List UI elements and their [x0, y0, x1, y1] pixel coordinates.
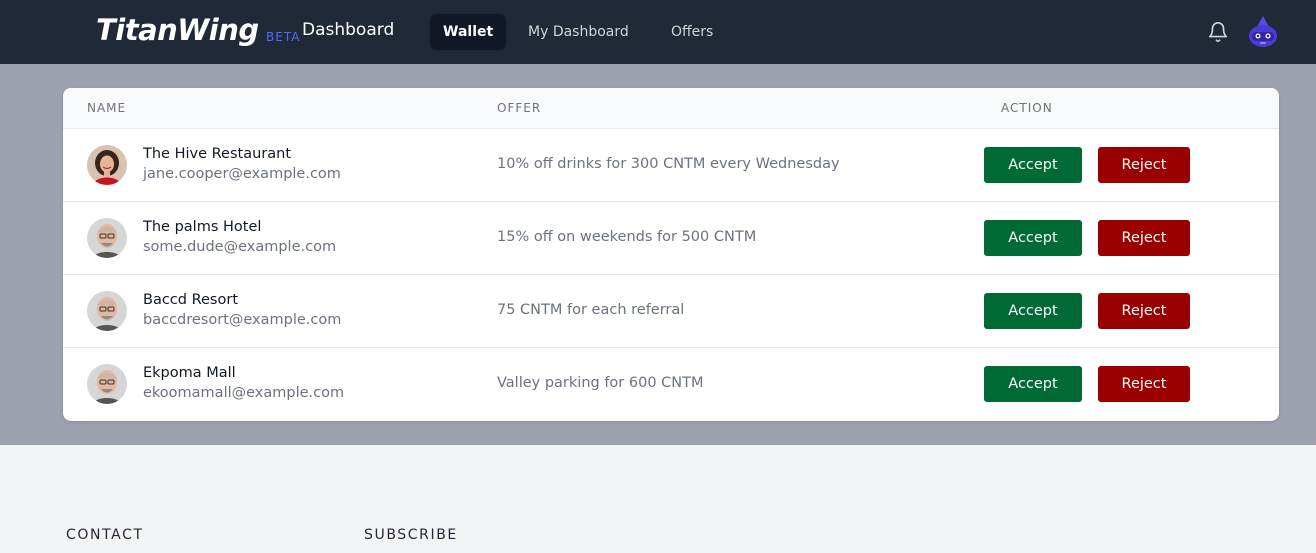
- man-avatar: [87, 364, 127, 404]
- page-title: Dashboard: [302, 20, 395, 40]
- partner-name: Baccd Resort: [143, 292, 239, 308]
- accept-button[interactable]: Accept: [984, 147, 1082, 183]
- robot-avatar-icon[interactable]: [1248, 16, 1278, 48]
- table-header: NAME OFFER ACTION: [63, 88, 1279, 129]
- offer-text: 75 CNTM for each referral: [497, 302, 685, 318]
- partner-email: ekoomamall@example.com: [143, 385, 345, 401]
- offers-table: NAME OFFER ACTION The Hive Restaurant ja…: [63, 88, 1279, 421]
- partner-name: The palms Hotel: [143, 219, 262, 235]
- reject-button[interactable]: Reject: [1098, 366, 1190, 402]
- accept-button[interactable]: Accept: [984, 293, 1082, 329]
- brand-logo[interactable]: TitanWing: [96, 13, 259, 47]
- table-row: The Hive Restaurant jane.cooper@example.…: [63, 129, 1279, 202]
- offer-text: 15% off on weekends for 500 CNTM: [497, 229, 757, 245]
- nav-link-wallet[interactable]: Wallet: [430, 14, 507, 50]
- partner-name: Ekpoma Mall: [143, 365, 236, 381]
- accept-button[interactable]: Accept: [984, 220, 1082, 256]
- column-header-offer: OFFER: [497, 101, 542, 115]
- column-header-action: ACTION: [1001, 101, 1053, 115]
- nav-link-offers[interactable]: Offers: [658, 14, 726, 50]
- reject-button[interactable]: Reject: [1098, 220, 1190, 256]
- bell-icon[interactable]: [1207, 20, 1229, 44]
- partner-name: The Hive Restaurant: [143, 146, 292, 162]
- table-row: Ekpoma Mall ekoomamall@example.com Valle…: [63, 348, 1279, 421]
- footer-contact-heading: CONTACT: [66, 527, 144, 543]
- man-avatar: [87, 218, 127, 258]
- reject-button[interactable]: Reject: [1098, 293, 1190, 329]
- beta-badge: BETA: [266, 30, 301, 44]
- nav-link-my-dashboard[interactable]: My Dashboard: [515, 14, 642, 50]
- column-header-name: NAME: [87, 101, 127, 115]
- footer-subscribe-heading: SUBSCRIBE: [364, 527, 458, 543]
- woman-avatar: [87, 145, 127, 185]
- accept-button[interactable]: Accept: [984, 366, 1082, 402]
- top-navbar: TitanWing BETA Dashboard Wallet My Dashb…: [0, 0, 1316, 64]
- offer-text: 10% off drinks for 300 CNTM every Wednes…: [497, 156, 840, 172]
- table-row: The palms Hotel some.dude@example.com 15…: [63, 202, 1279, 275]
- partner-email: some.dude@example.com: [143, 239, 337, 255]
- partner-email: jane.cooper@example.com: [143, 166, 341, 182]
- partner-email: baccdresort@example.com: [143, 312, 342, 328]
- offer-text: Valley parking for 600 CNTM: [497, 375, 704, 391]
- man-avatar: [87, 291, 127, 331]
- reject-button[interactable]: Reject: [1098, 147, 1190, 183]
- table-row: Baccd Resort baccdresort@example.com 75 …: [63, 275, 1279, 348]
